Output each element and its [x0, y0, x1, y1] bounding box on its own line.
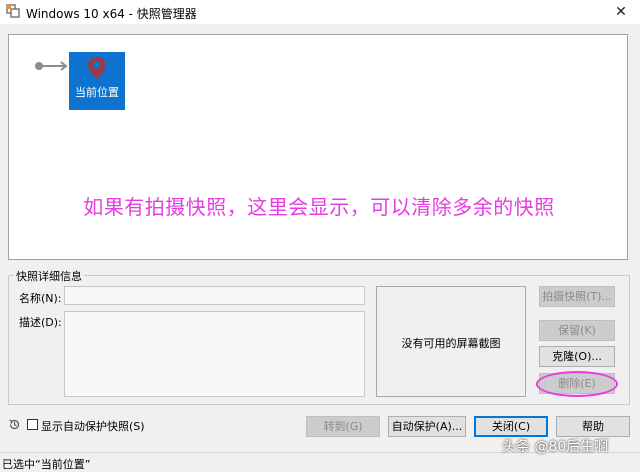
keep-button[interactable]: 保留(K)	[539, 320, 615, 341]
watermark: 头条 @80后生啊	[502, 439, 609, 455]
autoprotect-button[interactable]: 自动保护(A)...	[388, 416, 466, 437]
snapshot-tree[interactable]: 当前位置 如果有拍摄快照，这里会显示，可以清除多余的快照	[8, 34, 628, 260]
name-field[interactable]	[64, 286, 365, 305]
take-snapshot-button[interactable]: 拍摄快照(T)...	[539, 286, 615, 307]
clone-button[interactable]: 克隆(O)...	[539, 346, 615, 367]
description-field[interactable]	[64, 311, 365, 397]
location-pin-icon	[88, 57, 106, 79]
details-group-title: 快照详细信息	[14, 268, 84, 284]
annotation-text: 如果有拍摄快照，这里会显示，可以清除多余的快照	[83, 195, 555, 219]
help-button[interactable]: 帮助	[556, 416, 630, 437]
description-label: 描述(D):	[19, 316, 62, 329]
show-autoprotect-checkbox[interactable]	[27, 419, 38, 430]
title-bar: Windows 10 x64 - 快照管理器 ✕	[0, 0, 640, 24]
goto-button[interactable]: 转到(G)	[306, 416, 380, 437]
name-label: 名称(N):	[19, 292, 62, 305]
close-button[interactable]: 关闭(C)	[474, 416, 548, 437]
window-title: Windows 10 x64 - 快照管理器	[26, 7, 197, 21]
screenshot-placeholder: 没有可用的屏幕截图	[401, 337, 501, 350]
close-window-button[interactable]: ✕	[606, 0, 636, 24]
tree-connector	[35, 61, 68, 71]
current-location-node[interactable]: 当前位置	[69, 52, 125, 110]
screenshot-preview: 没有可用的屏幕截图	[376, 286, 526, 397]
show-autoprotect-label: 显示自动保护快照(S)	[41, 420, 145, 433]
vmware-icon	[6, 4, 20, 18]
restore-clock-icon	[9, 419, 20, 430]
highlight-ellipse	[536, 371, 618, 397]
node-label: 当前位置	[75, 86, 119, 99]
